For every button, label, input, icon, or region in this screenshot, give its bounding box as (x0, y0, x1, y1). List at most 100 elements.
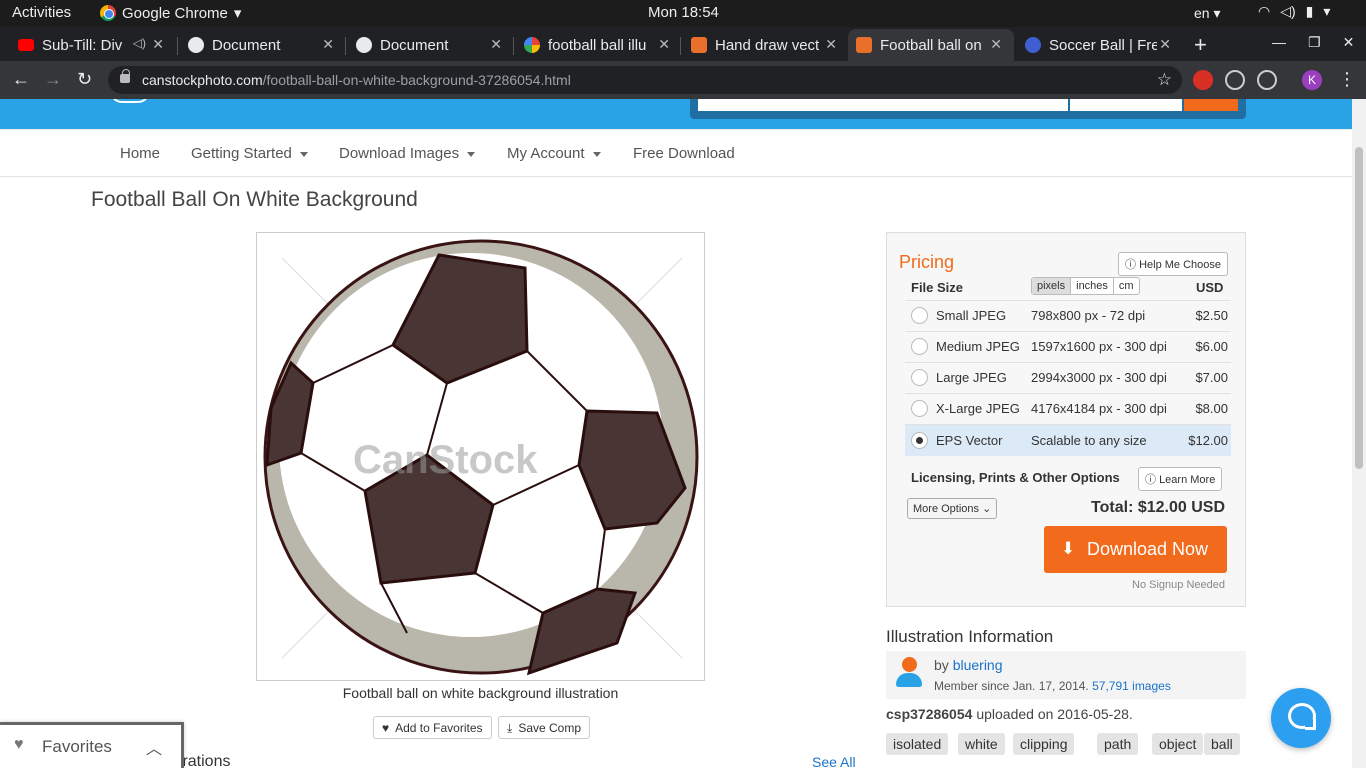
option-price: $7.00 (1195, 370, 1228, 385)
youtube-icon (18, 39, 34, 51)
nav-getting-started[interactable]: Getting Started (191, 145, 308, 162)
chat-button[interactable] (1271, 688, 1331, 748)
option-size: Scalable to any size (1031, 433, 1147, 448)
tag[interactable]: clipping (1013, 733, 1075, 755)
price-option-row[interactable]: X-Large JPEG 4176x4184 px - 300 dpi $8.0… (905, 393, 1231, 424)
tag[interactable]: object (1152, 733, 1204, 755)
extension-icon[interactable] (1257, 70, 1277, 90)
url-domain: canstockphoto.com (142, 72, 263, 88)
price-option-row[interactable]: Medium JPEG 1597x1600 px - 300 dpi $6.00 (905, 331, 1231, 362)
react-devtools-icon[interactable] (1225, 70, 1245, 90)
button-label: Learn More (1159, 474, 1216, 486)
nav-download-images[interactable]: Download Images (339, 145, 476, 162)
app-menu[interactable]: Google Chrome ▾ (100, 4, 241, 22)
image-caption: Football ball on white background illust… (342, 685, 619, 701)
unit-cm[interactable]: cm (1114, 278, 1139, 294)
favorites-panel[interactable]: ♥ Favorites ︿ (0, 722, 184, 768)
preview-image[interactable]: CanStock (256, 232, 705, 681)
chevron-up-icon[interactable]: ︿ (146, 735, 162, 759)
download-now-button[interactable]: ⬇ Download Now (1044, 526, 1227, 573)
close-tab-icon[interactable]: ✕ (990, 36, 1002, 53)
search-type-select[interactable] (1070, 99, 1182, 111)
browser-tab[interactable]: Hand draw vect ✕ (683, 29, 849, 61)
tag[interactable]: white (958, 733, 1005, 755)
radio-button[interactable] (911, 369, 928, 386)
close-tab-icon[interactable]: ✕ (658, 36, 670, 53)
system-tray[interactable]: ◠ ◁) ▮ ▾ (1258, 3, 1330, 20)
unit-inches[interactable]: inches (1071, 278, 1114, 294)
close-tab-icon[interactable]: ✕ (322, 36, 334, 53)
profile-avatar[interactable]: K (1302, 70, 1322, 90)
total-price: Total: $12.00 USD (1091, 499, 1225, 516)
activities-button[interactable]: Activities (12, 4, 71, 21)
search-button[interactable] (1184, 99, 1238, 111)
add-to-favorites-button[interactable]: ♥ Add to Favorites (373, 716, 492, 739)
extension-icon[interactable] (1193, 70, 1213, 90)
tag[interactable]: ball (1204, 733, 1240, 755)
price-option-row[interactable]: Small JPEG 798x800 px - 72 dpi $2.50 (905, 300, 1231, 331)
page-scrollbar[interactable] (1352, 99, 1366, 768)
browser-tab-active[interactable]: Football ball on ✕ (848, 29, 1014, 61)
back-icon[interactable]: ← (12, 69, 30, 90)
lock-icon (120, 69, 130, 83)
maximize-icon[interactable]: ❐ (1308, 34, 1321, 51)
option-name: Small JPEG (936, 308, 1007, 323)
clock[interactable]: Mon 18:54 (648, 4, 719, 21)
language-indicator[interactable]: en ▾ (1194, 5, 1221, 22)
address-bar[interactable]: canstockphoto.com/football-ball-on-white… (108, 66, 1182, 94)
browser-toolbar: ← → ↻ canstockphoto.com/football-ball-on… (0, 61, 1366, 99)
close-tab-icon[interactable]: ✕ (1159, 36, 1171, 53)
system-top-bar: Activities Google Chrome ▾ Mon 18:54 en … (0, 0, 1366, 27)
dropdown-arrow-icon: ▾ (233, 5, 242, 22)
caret-down-icon (467, 151, 476, 157)
tag[interactable]: isolated (886, 733, 949, 755)
save-comp-button[interactable]: ⤓ Save Comp (498, 716, 591, 739)
no-signup-note: No Signup Needed (1132, 579, 1225, 591)
search-input[interactable] (698, 99, 1068, 111)
option-name: X-Large JPEG (936, 401, 1020, 416)
tag-list: isolated white clipping path object ball (886, 733, 1246, 763)
minimize-icon[interactable]: — (1272, 34, 1286, 51)
site-logo[interactable] (110, 99, 150, 103)
option-size: 2994x3000 px - 300 dpi (1031, 370, 1167, 385)
help-me-choose-button[interactable]: ⓘ Help Me Choose (1118, 252, 1228, 276)
forward-icon[interactable]: → (44, 69, 62, 90)
price-option-row[interactable]: Large JPEG 2994x3000 px - 300 dpi $7.00 (905, 362, 1231, 393)
close-tab-icon[interactable]: ✕ (825, 36, 837, 53)
browser-tab[interactable]: football ball illu ✕ (516, 29, 682, 61)
radio-button[interactable] (911, 400, 928, 417)
scrollbar-thumb[interactable] (1355, 147, 1363, 469)
nav-home[interactable]: Home (120, 145, 160, 162)
close-tab-icon[interactable]: ✕ (490, 36, 502, 53)
chrome-menu-icon[interactable]: ⋮ (1338, 69, 1356, 90)
radio-button[interactable] (911, 307, 928, 324)
browser-tab[interactable]: Soccer Ball | Fre ✕ (1017, 29, 1183, 61)
url-path: /football-ball-on-white-background-37286… (262, 72, 571, 88)
browser-tab[interactable]: Document ✕ (180, 29, 346, 61)
reload-icon[interactable]: ↻ (77, 69, 92, 90)
bookmark-star-icon[interactable]: ☆ (1157, 66, 1172, 94)
radio-button-checked[interactable] (911, 432, 928, 449)
tab-strip: Sub-Till: Div ◁) ✕ Document ✕ Document ✕… (0, 27, 1366, 61)
unit-pixels[interactable]: pixels (1032, 278, 1072, 294)
more-options-select[interactable]: More Options ⌄ (907, 498, 998, 519)
close-tab-icon[interactable]: ✕ (152, 36, 164, 53)
price-option-row-selected[interactable]: EPS Vector Scalable to any size $12.00 (905, 425, 1231, 456)
chat-bubble-icon (1288, 703, 1316, 730)
option-size: 4176x4184 px - 300 dpi (1031, 401, 1167, 416)
upload-date: uploaded on 2016-05-28. (976, 706, 1133, 722)
nav-label: Getting Started (191, 145, 292, 162)
nav-my-account[interactable]: My Account (507, 145, 601, 162)
new-tab-icon[interactable]: + (1194, 32, 1207, 58)
author-link[interactable]: bluering (953, 657, 1003, 673)
author-images-link[interactable]: 57,791 images (1092, 679, 1171, 693)
browser-tab[interactable]: Sub-Till: Div ◁) ✕ (10, 29, 176, 61)
close-window-icon[interactable]: ✕ (1343, 34, 1355, 51)
see-all-link[interactable]: See All (812, 754, 856, 768)
radio-button[interactable] (911, 338, 928, 355)
tag[interactable]: path (1097, 733, 1139, 755)
option-name: EPS Vector (936, 433, 1003, 448)
nav-free-download[interactable]: Free Download (633, 145, 735, 162)
learn-more-button[interactable]: ⓘ Learn More (1138, 467, 1223, 491)
browser-tab[interactable]: Document ✕ (348, 29, 514, 61)
